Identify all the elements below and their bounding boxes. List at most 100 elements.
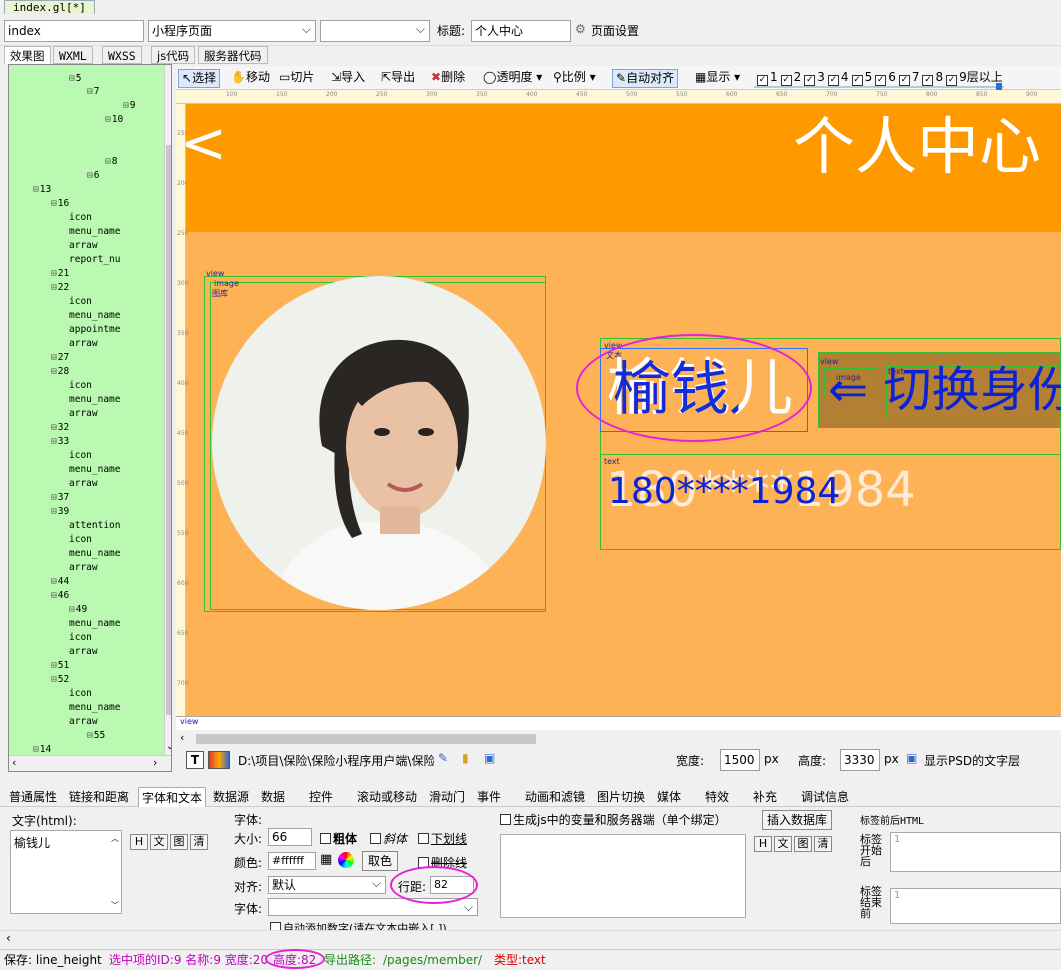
- tree-node[interactable]: icon: [69, 534, 92, 546]
- property-tab[interactable]: 滑动门: [426, 787, 468, 807]
- chevron-left-icon[interactable]: ‹: [6, 931, 11, 945]
- psd-text-toggle[interactable]: 显示PSD的文字层: [924, 752, 1020, 769]
- file-tab[interactable]: index.gl[*]: [4, 0, 95, 14]
- property-tab[interactable]: 普通属性: [6, 787, 60, 807]
- chevron-up-icon[interactable]: ︿: [111, 833, 119, 844]
- tree-node[interactable]: report_nu: [69, 254, 120, 266]
- js-h-button[interactable]: H: [754, 836, 772, 852]
- tree-node[interactable]: 39: [51, 506, 69, 518]
- back-icon[interactable]: <: [180, 114, 227, 174]
- html-h-button[interactable]: H: [130, 834, 148, 850]
- tree-node[interactable]: 13: [33, 184, 51, 196]
- tree-node[interactable]: 37: [51, 492, 69, 504]
- delete-button[interactable]: ✖删除: [428, 69, 468, 88]
- checkbox-icon[interactable]: ✓: [851, 75, 863, 86]
- insert-db-button[interactable]: 插入数据库: [762, 810, 832, 830]
- chevron-down-icon[interactable]: ﹀: [111, 900, 119, 911]
- text-html-input[interactable]: 榆钱儿 ︿ ﹀: [10, 830, 122, 914]
- tree-node[interactable]: 27: [51, 352, 69, 364]
- js-binding-textarea[interactable]: [500, 834, 746, 918]
- tree-node[interactable]: 5: [69, 73, 82, 85]
- opacity-dropdown[interactable]: ◯透明度 ▾: [480, 69, 545, 88]
- layer-checkbox-2[interactable]: ✓ 2: [780, 70, 801, 86]
- layer-slider-track[interactable]: [754, 86, 1004, 88]
- strike-checkbox[interactable]: 删除线: [418, 854, 467, 871]
- js-image-button[interactable]: 图: [794, 836, 812, 852]
- underline-checkbox[interactable]: 下划线: [418, 830, 467, 847]
- scale-dropdown[interactable]: ⚲比例 ▾: [550, 69, 599, 88]
- checkbox-icon[interactable]: ✓: [827, 75, 839, 86]
- line-height-input[interactable]: 82: [430, 876, 474, 894]
- property-tab[interactable]: 滚动或移动: [354, 787, 420, 807]
- layer-checkbox-8[interactable]: ✓ 8: [922, 70, 943, 86]
- chevron-left-icon[interactable]: ‹: [12, 756, 16, 769]
- folder-icon[interactable]: ▮: [462, 751, 469, 765]
- secondary-select[interactable]: [320, 20, 430, 42]
- js-clear-button[interactable]: 清: [814, 836, 832, 852]
- canvas-hscrollbar[interactable]: ‹: [176, 731, 1061, 746]
- tree-node[interactable]: 21: [51, 268, 69, 280]
- gear-icon[interactable]: ⚙: [575, 22, 586, 36]
- tree-node[interactable]: menu_name: [69, 310, 120, 322]
- tree-node[interactable]: icon: [69, 632, 92, 644]
- switch-identity-text[interactable]: ⇐ 切换身份: [828, 354, 1061, 426]
- checkbox-icon[interactable]: ✓: [946, 75, 958, 86]
- tree-node[interactable]: arraw: [69, 646, 98, 658]
- title-input[interactable]: 个人中心: [471, 20, 571, 42]
- page-type-select[interactable]: 小程序页面: [148, 20, 316, 42]
- tree-hscrollbar[interactable]: ‹ ›: [9, 755, 171, 771]
- tree-node[interactable]: 52: [51, 674, 69, 686]
- font-family-select[interactable]: [268, 898, 478, 916]
- property-tab[interactable]: 媒体: [654, 787, 684, 807]
- html-image-button[interactable]: 图: [170, 834, 188, 850]
- bold-checkbox[interactable]: 粗体: [320, 830, 357, 847]
- checkbox-icon[interactable]: ✓: [875, 75, 887, 86]
- design-canvas[interactable]: 100 150 200 250 300 350 400 450 500 550 600 650 700 7…: [176, 90, 1061, 730]
- width-input[interactable]: 1500: [720, 749, 760, 771]
- html-text-button[interactable]: 文: [150, 834, 168, 850]
- auto-number-checkbox[interactable]: 自动添加数字(请在文本中嵌入[.]): [270, 920, 490, 930]
- layer-checkbox-6[interactable]: ✓ 6: [875, 70, 896, 86]
- checkbox-icon[interactable]: ✓: [780, 75, 792, 86]
- pick-color-button[interactable]: 取色: [362, 851, 398, 871]
- chevron-right-icon[interactable]: ›: [153, 756, 157, 769]
- tree-node[interactable]: arraw: [69, 716, 98, 728]
- tree-node[interactable]: 8: [105, 156, 118, 168]
- tree-node[interactable]: 16: [51, 198, 69, 210]
- avatar[interactable]: [212, 276, 546, 610]
- checkbox-icon[interactable]: ✓: [757, 75, 768, 86]
- checkbox-icon[interactable]: ✓: [898, 75, 910, 86]
- tree-node[interactable]: appointme: [69, 324, 120, 336]
- layer-checkbox-4[interactable]: ✓ 4: [827, 70, 849, 86]
- property-tab[interactable]: 数据: [258, 787, 288, 807]
- tree-node[interactable]: icon: [69, 688, 92, 700]
- palette-icon[interactable]: ▦: [320, 852, 332, 867]
- tree-node[interactable]: icon: [69, 296, 92, 308]
- gen-js-checkbox[interactable]: 生成js中的变量和服务器端（单个绑定）: [500, 811, 727, 828]
- tree-node[interactable]: 51: [51, 660, 69, 672]
- tree-node[interactable]: icon: [69, 450, 92, 462]
- tree-node[interactable]: menu_name: [69, 394, 120, 406]
- tree-node[interactable]: 46: [51, 590, 69, 602]
- chevron-left-icon[interactable]: ‹: [180, 731, 184, 744]
- layer-slider-handle[interactable]: [996, 83, 1002, 90]
- save-icon[interactable]: ▣: [484, 751, 495, 765]
- property-tab[interactable]: 补充: [750, 787, 780, 807]
- slice-tool[interactable]: ▭切片: [276, 69, 317, 88]
- tree-scroll-thumb[interactable]: [166, 145, 171, 715]
- height-input[interactable]: 3330: [840, 749, 880, 771]
- tree-node[interactable]: arraw: [69, 338, 98, 350]
- html-clear-button[interactable]: 清: [190, 834, 208, 850]
- tree-node[interactable]: 6: [87, 170, 100, 182]
- brush-icon[interactable]: ✎: [438, 751, 448, 765]
- page-settings-button[interactable]: 页面设置: [591, 22, 639, 39]
- tree-node[interactable]: 9: [123, 100, 136, 112]
- tab-wxss[interactable]: WXSS: [102, 46, 142, 64]
- tree-node[interactable]: 55: [87, 730, 105, 742]
- tree-node[interactable]: menu_name: [69, 226, 120, 238]
- italic-checkbox[interactable]: 斜体: [370, 830, 407, 847]
- size-input[interactable]: 66: [268, 828, 312, 846]
- tab-js[interactable]: js代码: [151, 46, 196, 64]
- tree-node[interactable]: icon: [69, 212, 92, 224]
- show-dropdown[interactable]: ▦显示 ▾: [692, 69, 743, 88]
